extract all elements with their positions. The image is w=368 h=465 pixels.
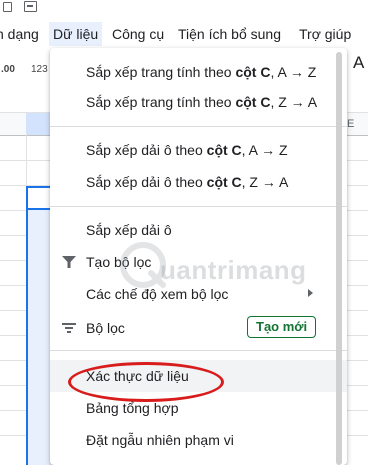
menu-addons[interactable]: Tiện ích bổ sung: [178, 22, 281, 46]
menu-scrollbar[interactable]: [336, 52, 342, 465]
label-order: , A → Z: [270, 64, 317, 80]
title-bar: [0, 0, 368, 18]
new-badge: Tạo mới: [247, 316, 317, 338]
label-text: Sắp xếp dải ô theo: [86, 174, 207, 190]
menu-item-label: Đặt ngẫu nhiên phạm vi: [86, 432, 234, 448]
menu-format[interactable]: h dạng: [0, 22, 39, 46]
menu-data[interactable]: Dữ liệu: [49, 22, 103, 46]
sort-range-z-a[interactable]: Sắp xếp dải ô theo cột C, Z → A: [50, 166, 347, 198]
move-to-folder-icon[interactable]: [24, 1, 37, 12]
menu-bar: h dạng Dữ liệu Công cụ Tiện ích bổ sung …: [0, 22, 368, 46]
menu-help[interactable]: Trợ giúp: [299, 22, 351, 46]
watermark-text: uantrimang: [160, 255, 307, 285]
menu-separator: [50, 126, 347, 127]
submenu-arrow-icon: [308, 289, 313, 297]
sort-sheet-a-z[interactable]: Sắp xếp trang tính theo cột C, A → Z: [50, 56, 347, 88]
column-header-label[interactable]: E: [347, 118, 354, 130]
sort-range-a-z[interactable]: Sắp xếp dải ô theo cột C, A → Z: [50, 134, 347, 166]
label-text: Sắp xếp trang tính theo: [86, 94, 236, 110]
menu-tools[interactable]: Công cụ: [112, 22, 164, 46]
label-column: cột C: [206, 142, 242, 158]
label-column: cột C: [235, 94, 271, 110]
sort-range[interactable]: Sắp xếp dải ô: [50, 214, 347, 246]
menu-item-label: Sắp xếp dải ô theo cột C, A → Z: [86, 134, 288, 166]
label-order: , Z → A: [270, 94, 318, 110]
menu-item-label: Sắp xếp trang tính theo cột C, Z → A: [86, 86, 317, 118]
sort-sheet-z-a[interactable]: Sắp xếp trang tính theo cột C, Z → A: [50, 86, 347, 118]
filter-icon: [62, 256, 76, 268]
decimal-format-button[interactable]: .00: [1, 64, 15, 75]
randomize-range[interactable]: Đặt ngẫu nhiên phạm vi: [50, 424, 347, 456]
label-column: cột C: [235, 64, 271, 80]
more-formats-button[interactable]: 123: [31, 64, 48, 75]
menu-item-label: Sắp xếp trang tính theo cột C, A → Z: [86, 56, 316, 88]
label-text: Sắp xếp dải ô theo: [86, 142, 207, 158]
document-icon[interactable]: [3, 2, 12, 12]
menu-separator: [50, 350, 347, 351]
menu-item-label: Bộ lọc: [86, 320, 125, 336]
menu-separator: [50, 206, 347, 207]
slicer-icon: [62, 323, 76, 333]
label-order: , Z → A: [241, 174, 289, 190]
pivot-table[interactable]: Bảng tổng hợp: [50, 392, 347, 424]
menu-item-label: Bảng tổng hợp: [86, 400, 179, 416]
text-color-button[interactable]: A: [353, 53, 364, 73]
label-text: Sắp xếp trang tính theo: [86, 64, 236, 80]
label-order: , A → Z: [241, 142, 288, 158]
slicer[interactable]: Bộ lọc Tạo mới: [50, 312, 347, 344]
menu-item-label: Sắp xếp dải ô theo cột C, Z → A: [86, 166, 288, 198]
label-column: cột C: [206, 174, 242, 190]
